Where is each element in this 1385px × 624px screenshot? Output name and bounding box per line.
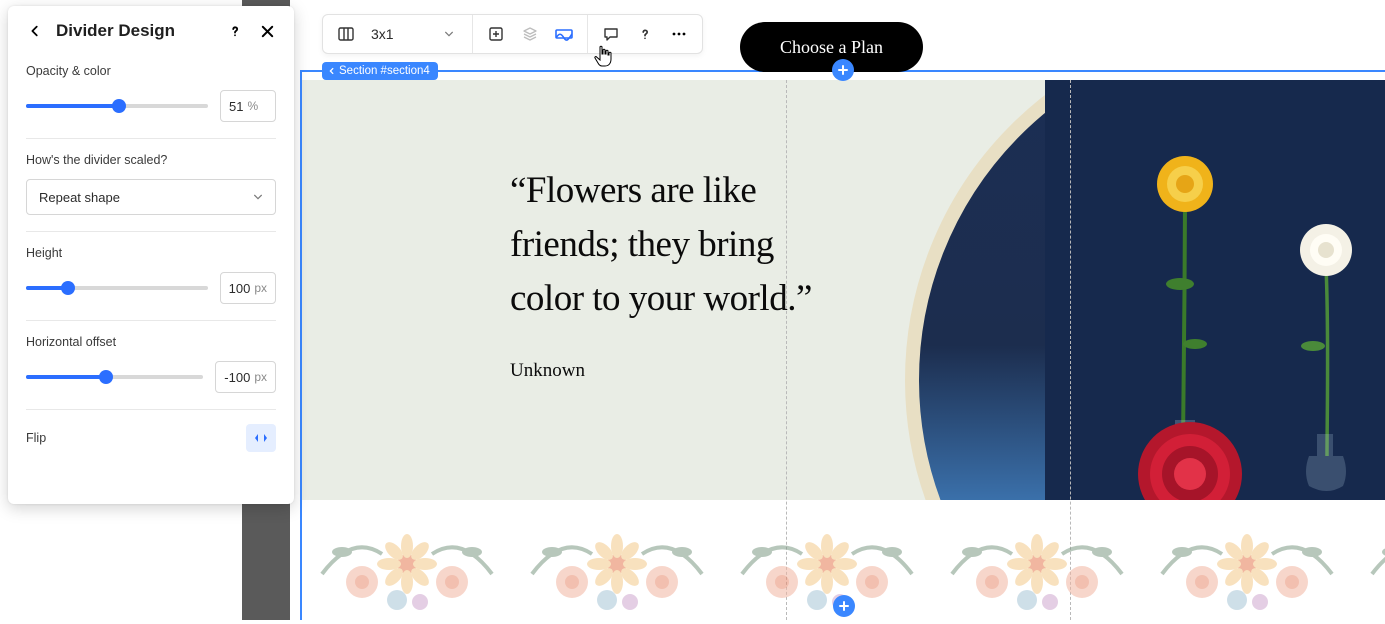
plus-icon: [837, 64, 849, 76]
height-number: 100: [229, 281, 251, 296]
scale-selected: Repeat shape: [39, 190, 120, 205]
panel-body: Opacity & color 51 % How's the divider s…: [8, 54, 294, 464]
help-icon[interactable]: [632, 21, 658, 47]
px-unit-2: px: [254, 370, 267, 384]
layout-label: 3x1: [371, 26, 394, 42]
hoffset-label: Horizontal offset: [26, 335, 276, 349]
section-tag-label: Section #section4: [339, 65, 430, 77]
panel-header: Divider Design: [8, 6, 294, 54]
hoffset-number: -100: [224, 370, 250, 385]
hoffset-slider[interactable]: [26, 367, 203, 387]
panel-title: Divider Design: [56, 21, 214, 41]
flip-label: Flip: [26, 431, 46, 445]
add-section-bottom[interactable]: [833, 595, 855, 617]
height-value[interactable]: 100 px: [220, 272, 276, 304]
close-icon[interactable]: [256, 20, 278, 42]
opacity-label: Opacity & color: [26, 64, 276, 78]
comment-icon[interactable]: [598, 21, 624, 47]
stretch-icon[interactable]: [483, 21, 509, 47]
add-section-top[interactable]: [832, 59, 854, 81]
divider-icon[interactable]: [551, 21, 577, 47]
px-unit: px: [254, 281, 267, 295]
scale-section: How's the divider scaled? Repeat shape: [26, 139, 276, 232]
hoffset-section: Horizontal offset -100 px: [26, 321, 276, 410]
layers-icon[interactable]: [517, 21, 543, 47]
height-slider[interactable]: [26, 278, 208, 298]
section-tag[interactable]: Section #section4: [322, 62, 438, 80]
columns-icon[interactable]: [333, 21, 359, 47]
chevron-left-icon: [328, 67, 336, 75]
height-section: Height 100 px: [26, 232, 276, 321]
section-toolbar: 3x1: [322, 14, 703, 54]
percent-unit: %: [247, 99, 258, 113]
opacity-value[interactable]: 51 %: [220, 90, 276, 122]
scale-label: How's the divider scaled?: [26, 153, 276, 167]
chevron-down-icon[interactable]: [436, 21, 462, 47]
height-label: Height: [26, 246, 276, 260]
editor-canvas: 3x1: [300, 0, 1385, 620]
scale-select[interactable]: Repeat shape: [26, 179, 276, 215]
plan-label: Choose a Plan: [780, 37, 883, 58]
flip-section: Flip: [26, 410, 276, 456]
more-icon[interactable]: [666, 21, 692, 47]
chevron-down-icon: [253, 192, 263, 202]
opacity-number: 51: [229, 99, 243, 114]
flip-horizontal-button[interactable]: [246, 424, 276, 452]
opacity-section: Opacity & color 51 %: [26, 58, 276, 139]
help-icon[interactable]: [224, 20, 246, 42]
divider-design-panel: Divider Design Opacity & color 51 % Ho: [8, 6, 294, 504]
opacity-slider[interactable]: [26, 96, 208, 116]
plus-icon: [838, 600, 850, 612]
section-frame[interactable]: [300, 70, 1385, 620]
hoffset-value[interactable]: -100 px: [215, 361, 276, 393]
back-icon[interactable]: [24, 20, 46, 42]
